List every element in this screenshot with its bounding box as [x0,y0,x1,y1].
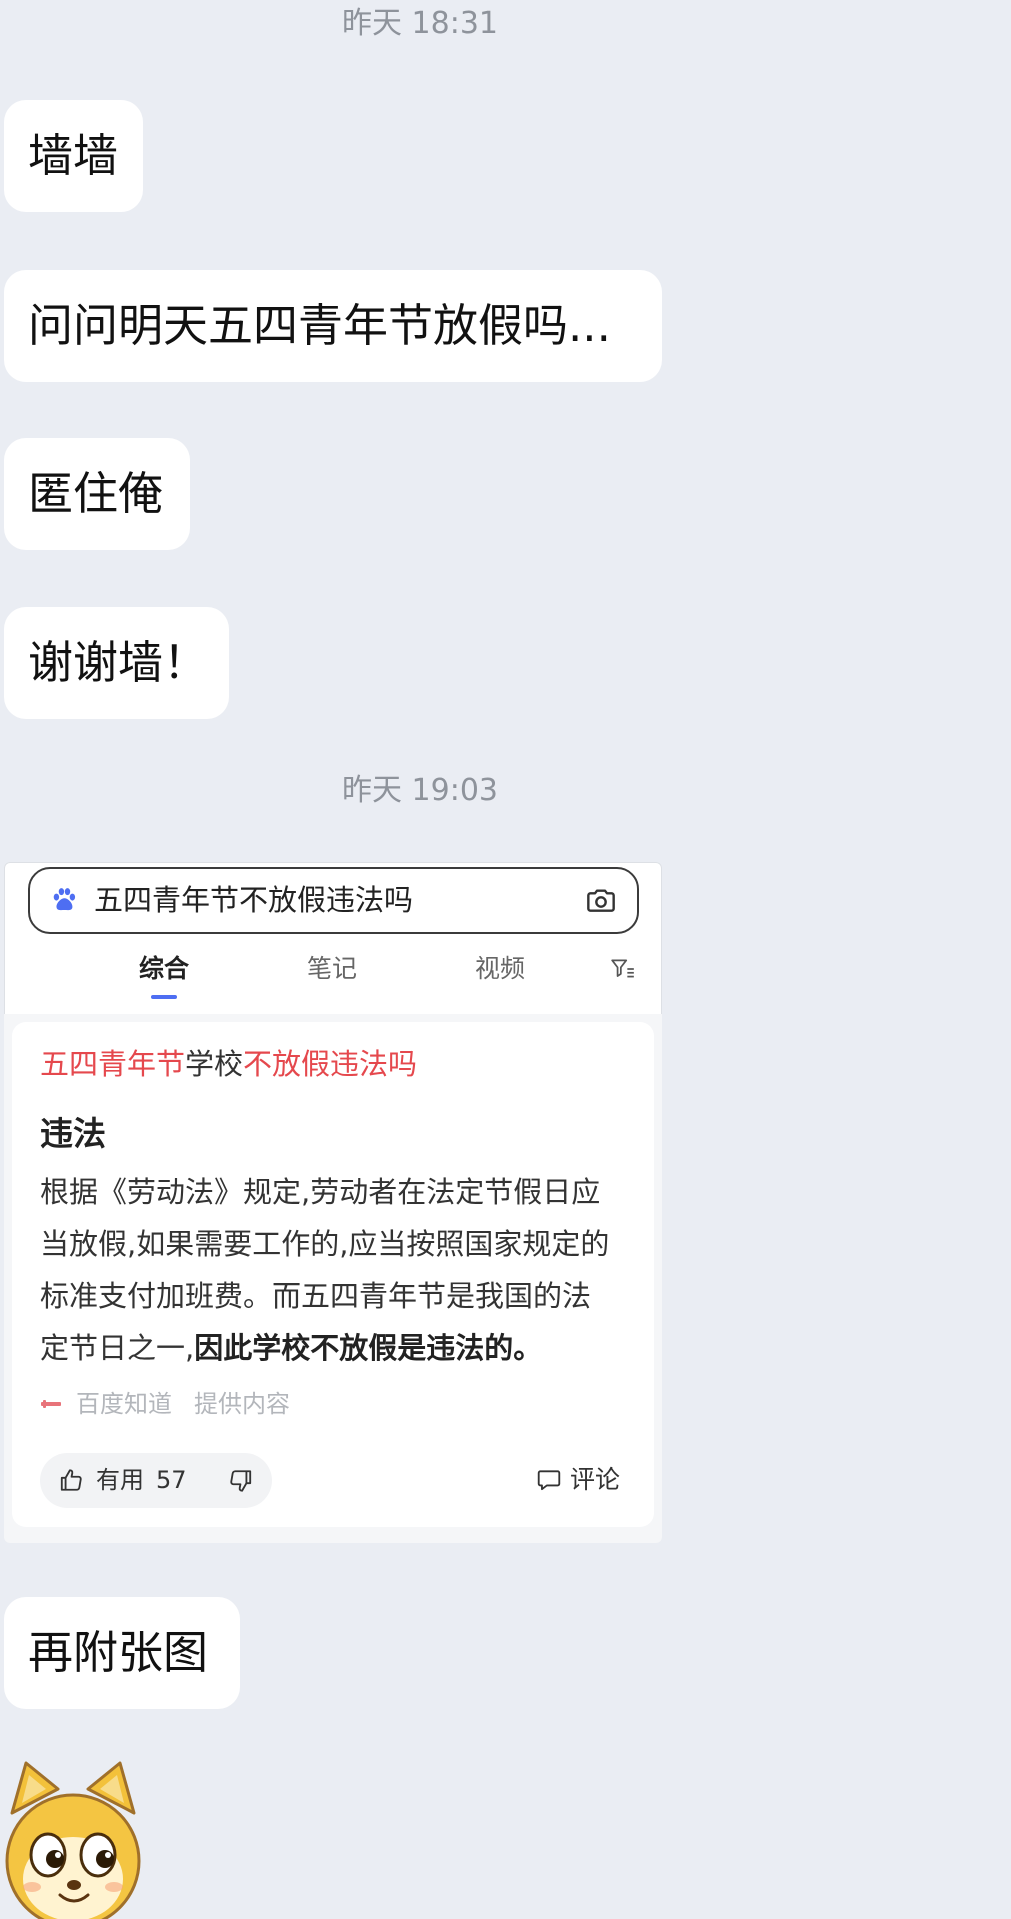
title-highlight: 不放假违法吗 [243,1047,418,1081]
title-highlight: 五四青年节 [40,1047,186,1081]
message-bubble[interactable]: 再附张图 [4,1597,240,1709]
message-bubble[interactable]: 墙墙 [4,100,143,212]
useful-count: 57 [156,1466,187,1494]
comment-icon [537,1470,561,1491]
timestamp: 昨天 19:03 [342,773,498,808]
message-text: 墙墙 [28,129,119,182]
message-bubble[interactable]: 谢谢墙！ [4,607,229,719]
answer-line: 当放假,如果需要工作的,应当按照国家规定的 [40,1227,610,1261]
filter-icon [611,959,634,978]
camera-icon [587,889,615,912]
timestamp: 昨天 18:31 [342,6,498,41]
message-text: 谢谢墙！ [28,636,209,689]
source-name: 百度知道 [76,1390,172,1418]
message-text: 匿住俺 [28,467,164,520]
tab-notes: 笔记 [306,954,357,983]
result-title: 五四青年节学校不放假违法吗 [40,1044,417,1084]
answer-heading: 违法 [40,1114,106,1153]
answer-line: 标准支付加班费。而五四青年节是我国的法 [40,1279,592,1313]
message-text: 再附张图 [28,1626,209,1679]
chat-window: 昨天 18:31 墙墙 问问明天五四青年节放假吗... 匿住俺 谢谢墙！ 昨天 … [0,0,1011,1919]
answer-card: 五四青年节学校不放假违法吗 违法 根据《劳动法》规定,劳动者在法定节假日应 当放… [12,1022,654,1527]
comment-label: 评论 [570,1465,621,1494]
search-query: 五四青年节不放假违法吗 [94,883,414,917]
active-tab-indicator [151,995,177,999]
answer-line: 定节日之一,因此学校不放假是违法的。 [40,1322,609,1374]
dog-face-sticker[interactable] [4,1759,142,1919]
answer-line: 根据《劳动法》规定,劳动者在法定节假日应 [40,1175,601,1209]
useful-label: 有用 [96,1466,144,1494]
tab-all: 综合 [138,954,189,983]
answer-source: 百度知道 提供内容 [40,1388,340,1420]
message-bubble[interactable]: 问问明天五四青年节放假吗... [4,270,662,382]
title-text: 学校 [185,1047,244,1081]
tab-videos: 视频 [474,954,525,983]
source-logo-icon [41,1400,61,1408]
message-bubble[interactable]: 匿住俺 [4,438,190,550]
search-bar: 五四青年节不放假违法吗 [28,867,639,934]
source-suffix: 提供内容 [194,1390,290,1418]
feedback-pill: 有用 57 [40,1453,272,1508]
thumbs-down-icon [230,1470,252,1492]
answer-line-text: 定节日之一, [40,1331,195,1365]
message-text: 问问明天五四青年节放假吗... [28,299,611,352]
baidu-paw-icon [53,888,76,911]
answer-emphasis: 因此学校不放假是违法的。 [194,1331,543,1365]
answer-body: 根据《劳动法》规定,劳动者在法定节假日应 当放假,如果需要工作的,应当按照国家规… [40,1166,609,1374]
shared-image-message[interactable]: 五四青年节不放假违法吗 综合 笔记 视频 五四青年节学校不放假违法吗 违法 根据… [4,862,662,1543]
thumbs-up-icon [60,1469,82,1491]
